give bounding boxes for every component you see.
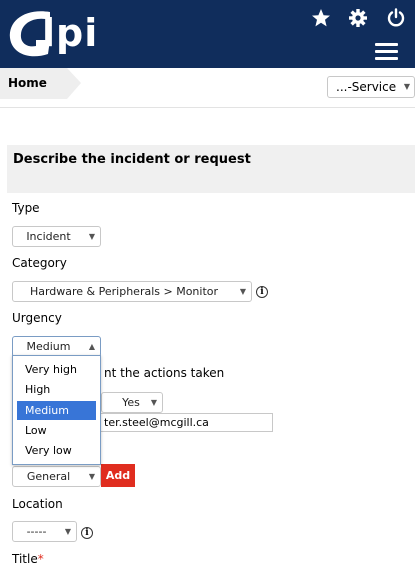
entity-select[interactable]: ...-Service ▼: [327, 76, 415, 98]
info-icon[interactable]: i: [81, 527, 93, 539]
chevron-down-icon: ▼: [239, 287, 246, 296]
notify-select[interactable]: Yes ▼: [101, 392, 163, 413]
urgency-value: Medium: [26, 340, 71, 353]
location-label: Location: [12, 497, 63, 511]
gear-icon[interactable]: [348, 8, 368, 28]
watcher-group-select[interactable]: General ▼: [12, 466, 101, 487]
power-icon[interactable]: [386, 8, 406, 28]
location-select[interactable]: ----- ▼: [12, 521, 77, 542]
email-field[interactable]: ter.steel@mcgill.ca: [99, 413, 273, 432]
hamburger-menu-icon[interactable]: [375, 43, 398, 61]
required-mark: *: [37, 552, 44, 566]
type-select[interactable]: Incident ▼: [12, 226, 101, 247]
urgency-option-low[interactable]: Low: [17, 421, 96, 440]
breadcrumb-home[interactable]: Home: [0, 68, 81, 99]
title-label-text: Title: [12, 552, 38, 566]
type-label: Type: [12, 201, 40, 215]
chevron-down-icon: ▼: [88, 472, 95, 481]
chevron-down-icon: ▼: [88, 232, 95, 241]
form-header: Describe the incident or request: [7, 145, 415, 193]
email-value: ter.steel@mcgill.ca: [104, 416, 209, 429]
form-title: Describe the incident or request: [13, 152, 251, 167]
type-value: Incident: [26, 230, 71, 243]
urgency-option-very-high[interactable]: Very high: [17, 360, 96, 379]
star-icon[interactable]: [311, 8, 331, 28]
add-button[interactable]: Add: [101, 464, 135, 487]
category-value: Hardware & Peripherals > Monitor: [29, 285, 219, 298]
urgency-options-list: Very high High Medium Low Very low: [12, 355, 101, 465]
urgency-option-high[interactable]: High: [17, 380, 96, 399]
chevron-up-icon: ▲: [88, 342, 95, 351]
urgency-select[interactable]: Medium ▲: [12, 336, 101, 357]
chevron-down-icon: ▼: [403, 82, 410, 91]
urgency-label: Urgency: [12, 311, 62, 325]
title-label: Title*: [12, 552, 44, 566]
top-bar: lpi: [0, 0, 415, 68]
category-label: Category: [12, 256, 67, 270]
urgency-option-medium[interactable]: Medium: [17, 401, 96, 420]
category-select[interactable]: Hardware & Peripherals > Monitor ▼: [12, 281, 252, 302]
info-icon[interactable]: i: [256, 286, 268, 298]
logo-text: lpi: [42, 11, 99, 55]
chevron-down-icon: ▼: [64, 527, 71, 536]
watcher-group-value: General: [26, 470, 71, 483]
location-value: -----: [26, 525, 47, 538]
entity-select-value: ...-Service: [336, 80, 397, 94]
notify-value: Yes: [122, 396, 140, 409]
breadcrumb: Home ...-Service ▼: [0, 68, 415, 108]
urgency-option-very-low[interactable]: Very low: [17, 441, 96, 460]
inform-actions-label: nt the actions taken: [104, 366, 225, 380]
chevron-down-icon: ▼: [150, 398, 157, 407]
